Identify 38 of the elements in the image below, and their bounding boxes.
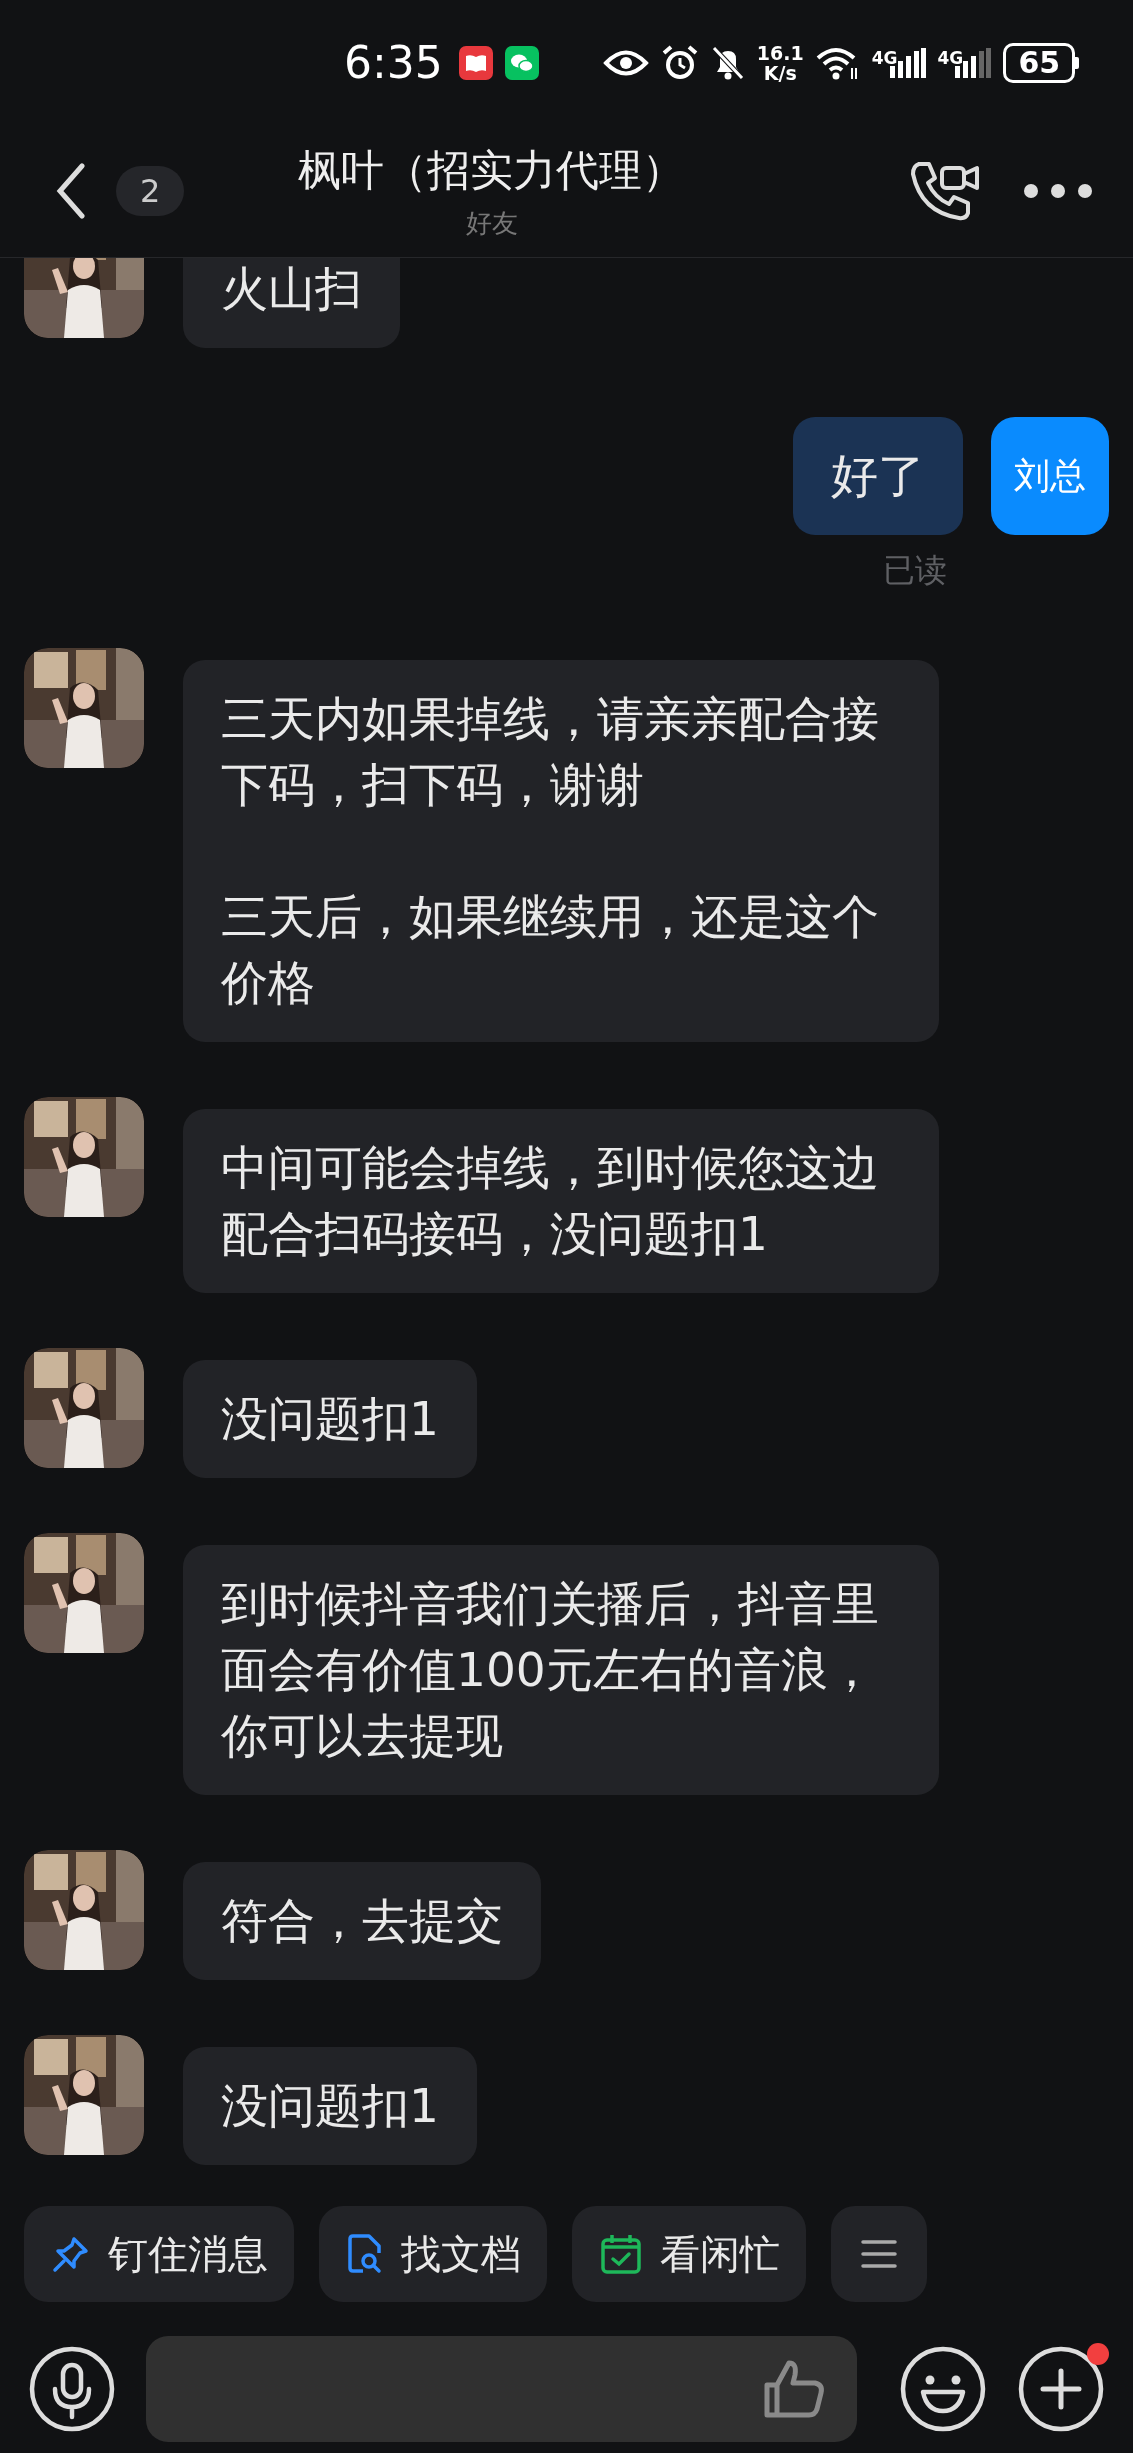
quick-action-button[interactable]: 钉住消息 bbox=[24, 2206, 294, 2302]
message-bubble: 到时候抖音我们关播后，抖音里面会有价值100元左右的音浪，你可以去提现 bbox=[183, 1545, 939, 1795]
message-bubble: 中间可能会掉线，到时候您这边配合扫码接码，没问题扣1 bbox=[183, 1109, 939, 1293]
message-bubble: 三天内如果掉线，请亲亲配合接下码，扫下码，谢谢 三天后，如果继续用，还是这个价格 bbox=[183, 660, 939, 1042]
network-type: 4G bbox=[871, 47, 898, 68]
book-app-icon bbox=[458, 45, 493, 80]
clock-time: 6:35 bbox=[344, 37, 443, 88]
quick-action-button[interactable]: 找文档 bbox=[319, 2206, 547, 2302]
emoji-icon[interactable] bbox=[899, 2345, 987, 2433]
alarm-icon bbox=[660, 43, 699, 82]
message-bubble: 符合，去提交 bbox=[183, 1862, 541, 1980]
chat-title: 枫叶（招实力代理） bbox=[298, 143, 686, 197]
wifi-icon bbox=[815, 45, 860, 80]
unread-count: 2 bbox=[116, 166, 185, 216]
battery-indicator: 65 bbox=[1003, 42, 1076, 83]
quick-action-button[interactable]: 看闲忙 bbox=[572, 2206, 806, 2302]
muted-bell-icon bbox=[710, 44, 745, 81]
message-bubble: 没问题扣1 bbox=[183, 2047, 477, 2165]
more-icon[interactable] bbox=[1023, 183, 1093, 199]
read-receipt: 已读 bbox=[883, 550, 947, 591]
speed-value: 16.1 bbox=[756, 42, 804, 63]
back-icon[interactable] bbox=[56, 163, 86, 219]
menu-icon bbox=[861, 2239, 897, 2269]
chat-app-icon bbox=[504, 45, 539, 80]
message-bubble: 没问题扣1 bbox=[183, 1360, 477, 1478]
message-bubble: 好了 bbox=[793, 417, 963, 535]
pin-icon bbox=[52, 2235, 90, 2273]
user-avatar: 刘总 bbox=[991, 417, 1109, 535]
microphone-icon[interactable] bbox=[28, 2345, 116, 2433]
document-search-icon bbox=[347, 2233, 383, 2275]
message-bubble: 火山扫 bbox=[183, 258, 400, 348]
calendar-check-icon bbox=[600, 2233, 642, 2275]
network-type: 4G bbox=[937, 47, 964, 68]
chat-subtitle: 好友 bbox=[465, 206, 518, 240]
menu-button[interactable] bbox=[831, 2206, 927, 2302]
speed-unit: K/s bbox=[763, 62, 797, 83]
message-input[interactable] bbox=[146, 2336, 857, 2442]
plus-icon[interactable] bbox=[1017, 2345, 1105, 2433]
